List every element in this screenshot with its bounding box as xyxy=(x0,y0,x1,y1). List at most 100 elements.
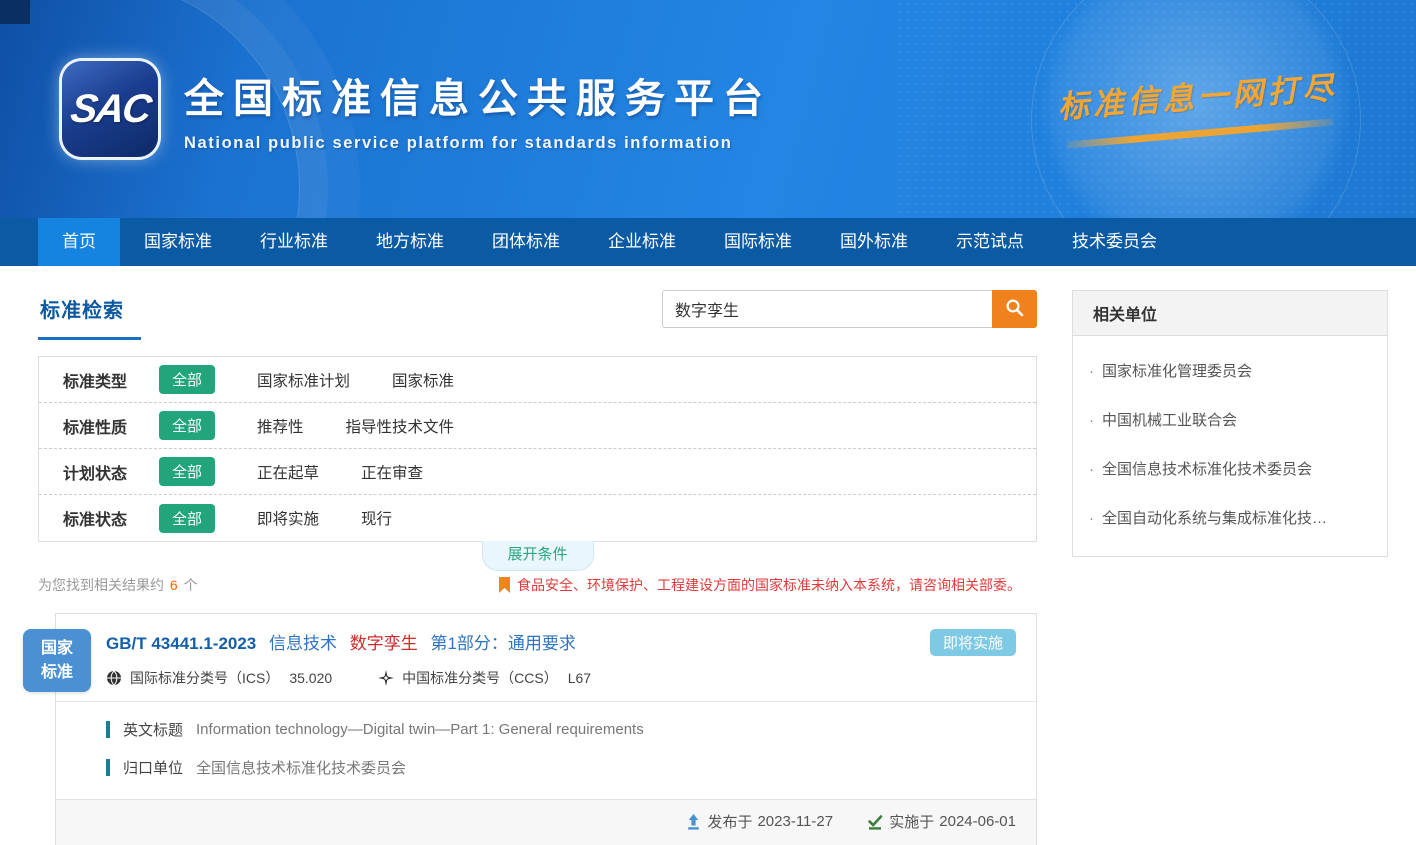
search-button[interactable] xyxy=(992,290,1037,328)
nav-item-enterprise-standards[interactable]: 企业标准 xyxy=(584,218,700,266)
ics-value: 35.020 xyxy=(289,670,332,686)
related-units-title: 相关单位 xyxy=(1073,291,1387,336)
related-unit-link[interactable]: · 国家标准化管理委员会 xyxy=(1089,346,1371,395)
related-unit-label: 中国机械工业联合会 xyxy=(1102,412,1237,429)
bullet-dot: · xyxy=(1089,510,1094,527)
implemented-date-item: 实施于 2024-06-01 xyxy=(867,811,1016,832)
main-nav: 首页 国家标准 行业标准 地方标准 团体标准 企业标准 国际标准 国外标准 示范… xyxy=(0,218,1416,266)
filter-option[interactable]: 指导性技术文件 xyxy=(346,415,455,437)
result-count-number: 6 xyxy=(170,577,178,593)
sac-logo[interactable]: SAC xyxy=(62,61,158,157)
filter-label: 标准类型 xyxy=(63,368,159,392)
expand-conditions-button[interactable]: 展开条件 xyxy=(482,541,594,571)
ics-meta: 国际标准分类号（ICS） 35.020 xyxy=(106,668,332,688)
nav-item-home[interactable]: 首页 xyxy=(38,218,120,266)
detail-bar-art xyxy=(106,721,110,738)
filter-row-standard-type: 标准类型 全部 国家标准计划 国家标准 xyxy=(39,357,1036,403)
filter-selected-all[interactable]: 全部 xyxy=(159,504,215,533)
site-header: SAC 全国标准信息公共服务平台 National public service… xyxy=(0,0,1416,218)
related-unit-label: 全国自动化系统与集成标准化技… xyxy=(1102,510,1327,527)
sac-logo-text: SAC xyxy=(68,87,153,132)
nav-item-technical-committees[interactable]: 技术委员会 xyxy=(1048,218,1181,266)
standard-title-part1: 信息技术 xyxy=(269,634,337,653)
status-badge: 即将实施 xyxy=(930,629,1016,656)
filter-selected-all[interactable]: 全部 xyxy=(159,365,215,394)
filter-option[interactable]: 推荐性 xyxy=(257,415,304,437)
filter-panel: 标准类型 全部 国家标准计划 国家标准 标准性质 全部 推荐性 指导性技术文件 … xyxy=(38,356,1037,542)
ccs-meta: 中国标准分类号（CCS） L67 xyxy=(378,668,591,688)
bullet-dot: · xyxy=(1089,461,1094,478)
filter-option[interactable]: 国家标准计划 xyxy=(257,369,350,391)
filter-option[interactable]: 即将实施 xyxy=(257,507,319,529)
standard-code: GB/T 43441.1-2023 xyxy=(106,634,256,653)
result-count-prefix: 为您找到相关结果约 xyxy=(38,577,164,593)
section-title-underline: 标准检索 xyxy=(38,290,141,340)
card-meta: 国际标准分类号（ICS） 35.020 中国标准分类号（CCS） L67 xyxy=(56,656,1036,702)
nav-item-industry-standards[interactable]: 行业标准 xyxy=(236,218,352,266)
nav-item-international-standards[interactable]: 国际标准 xyxy=(700,218,816,266)
detail-label: 英文标题 xyxy=(123,719,183,740)
site-subtitle: National public service platform for sta… xyxy=(184,134,772,153)
detail-label: 归口单位 xyxy=(123,757,183,778)
notice-text: 食品安全、环境保护、工程建设方面的国家标准未纳入本系统，请咨询相关部委。 xyxy=(517,575,1021,595)
nav-item-local-standards[interactable]: 地方标准 xyxy=(352,218,468,266)
ccs-label: 中国标准分类号（CCS） xyxy=(402,668,558,688)
page-content: 标准检索 标准类型 全部 国家标准计划 国家标准 标准性质 全部 xyxy=(0,266,1416,845)
card-head: GB/T 43441.1-2023 信息技术 数字孪生 第1部分：通用要求 即将… xyxy=(56,614,1036,656)
main-column: 标准检索 标准类型 全部 国家标准计划 国家标准 标准性质 全部 xyxy=(38,290,1037,845)
filter-option[interactable]: 正在审查 xyxy=(361,461,423,483)
publish-icon xyxy=(686,814,701,830)
detail-value: 全国信息技术标准化技术委员会 xyxy=(196,757,406,778)
search-section: 标准检索 xyxy=(38,290,1037,356)
nav-item-foreign-standards[interactable]: 国外标准 xyxy=(816,218,932,266)
filter-selected-all[interactable]: 全部 xyxy=(159,411,215,440)
published-label: 发布于 xyxy=(707,811,752,832)
standard-title-link[interactable]: GB/T 43441.1-2023 信息技术 数字孪生 第1部分：通用要求 xyxy=(106,629,576,654)
nav-item-group-standards[interactable]: 团体标准 xyxy=(468,218,584,266)
published-date-item: 发布于 2023-11-27 xyxy=(686,811,833,832)
implement-check-icon xyxy=(867,814,883,830)
related-unit-link[interactable]: · 全国自动化系统与集成标准化技… xyxy=(1089,493,1371,542)
related-units-panel: 相关单位 · 国家标准化管理委员会 · 中国机械工业联合会 · 全国信息技术标准化技术… xyxy=(1072,290,1388,557)
filter-label: 标准状态 xyxy=(63,506,159,530)
ccs-value: L67 xyxy=(568,670,591,686)
filter-selected-all[interactable]: 全部 xyxy=(159,457,215,486)
result-card: 国家 标准 GB/T 43441.1-2023 信息技术 数字孪生 第1部分：通… xyxy=(55,613,1037,845)
system-notice: 食品安全、环境保护、工程建设方面的国家标准未纳入本系统，请咨询相关部委。 xyxy=(499,575,1021,595)
page-title: 标准检索 xyxy=(40,300,124,322)
search-box xyxy=(662,290,1037,328)
result-count-suffix: 个 xyxy=(184,577,198,593)
nav-item-national-standards[interactable]: 国家标准 xyxy=(120,218,236,266)
detail-row-committee: 归口单位 全国信息技术标准化技术委员会 xyxy=(106,757,1016,778)
detail-row-english-title: 英文标题 Information technology—Digital twin… xyxy=(106,719,1016,740)
search-input[interactable] xyxy=(662,290,992,328)
compass-icon xyxy=(378,670,394,686)
site-title: 全国标准信息公共服务平台 xyxy=(184,66,772,124)
type-badge-line1: 国家 xyxy=(41,637,73,660)
nav-item-pilot-demo[interactable]: 示范试点 xyxy=(932,218,1048,266)
filter-row-plan-status: 计划状态 全部 正在起草 正在审查 xyxy=(39,449,1036,495)
bullet-dot: · xyxy=(1089,363,1094,380)
filter-option[interactable]: 国家标准 xyxy=(392,369,454,391)
related-unit-link[interactable]: · 全国信息技术标准化技术委员会 xyxy=(1089,444,1371,493)
filter-label: 计划状态 xyxy=(63,460,159,484)
standard-title-part2: 第1部分：通用要求 xyxy=(430,634,575,653)
related-units-list: · 国家标准化管理委员会 · 中国机械工业联合会 · 全国信息技术标准化技术委员会 ·… xyxy=(1073,336,1387,556)
bullet-dot: · xyxy=(1089,412,1094,429)
filter-option[interactable]: 正在起草 xyxy=(257,461,319,483)
ics-label: 国际标准分类号（ICS） xyxy=(130,668,279,688)
magnifier-icon xyxy=(1005,298,1024,320)
standard-title-highlight: 数字孪生 xyxy=(350,634,418,653)
detail-value: Information technology—Digital twin—Part… xyxy=(196,721,644,738)
globe-icon xyxy=(106,670,122,686)
filter-row-standard-status: 标准状态 全部 即将实施 现行 xyxy=(39,495,1036,541)
card-details: 英文标题 Information technology—Digital twin… xyxy=(56,702,1036,799)
related-unit-label: 全国信息技术标准化技术委员会 xyxy=(1102,461,1312,478)
related-unit-label: 国家标准化管理委员会 xyxy=(1102,363,1252,380)
filter-row-standard-nature: 标准性质 全部 推荐性 指导性技术文件 xyxy=(39,403,1036,449)
implemented-label: 实施于 xyxy=(889,811,934,832)
related-unit-link[interactable]: · 中国机械工业联合会 xyxy=(1089,395,1371,444)
result-info-row: 为您找到相关结果约 6 个 食品安全、环境保护、工程建设方面的国家标准未纳入本系… xyxy=(38,575,1037,595)
card-footer: 发布于 2023-11-27 实施于 2024-06-01 xyxy=(56,799,1036,845)
filter-option[interactable]: 现行 xyxy=(361,507,392,529)
